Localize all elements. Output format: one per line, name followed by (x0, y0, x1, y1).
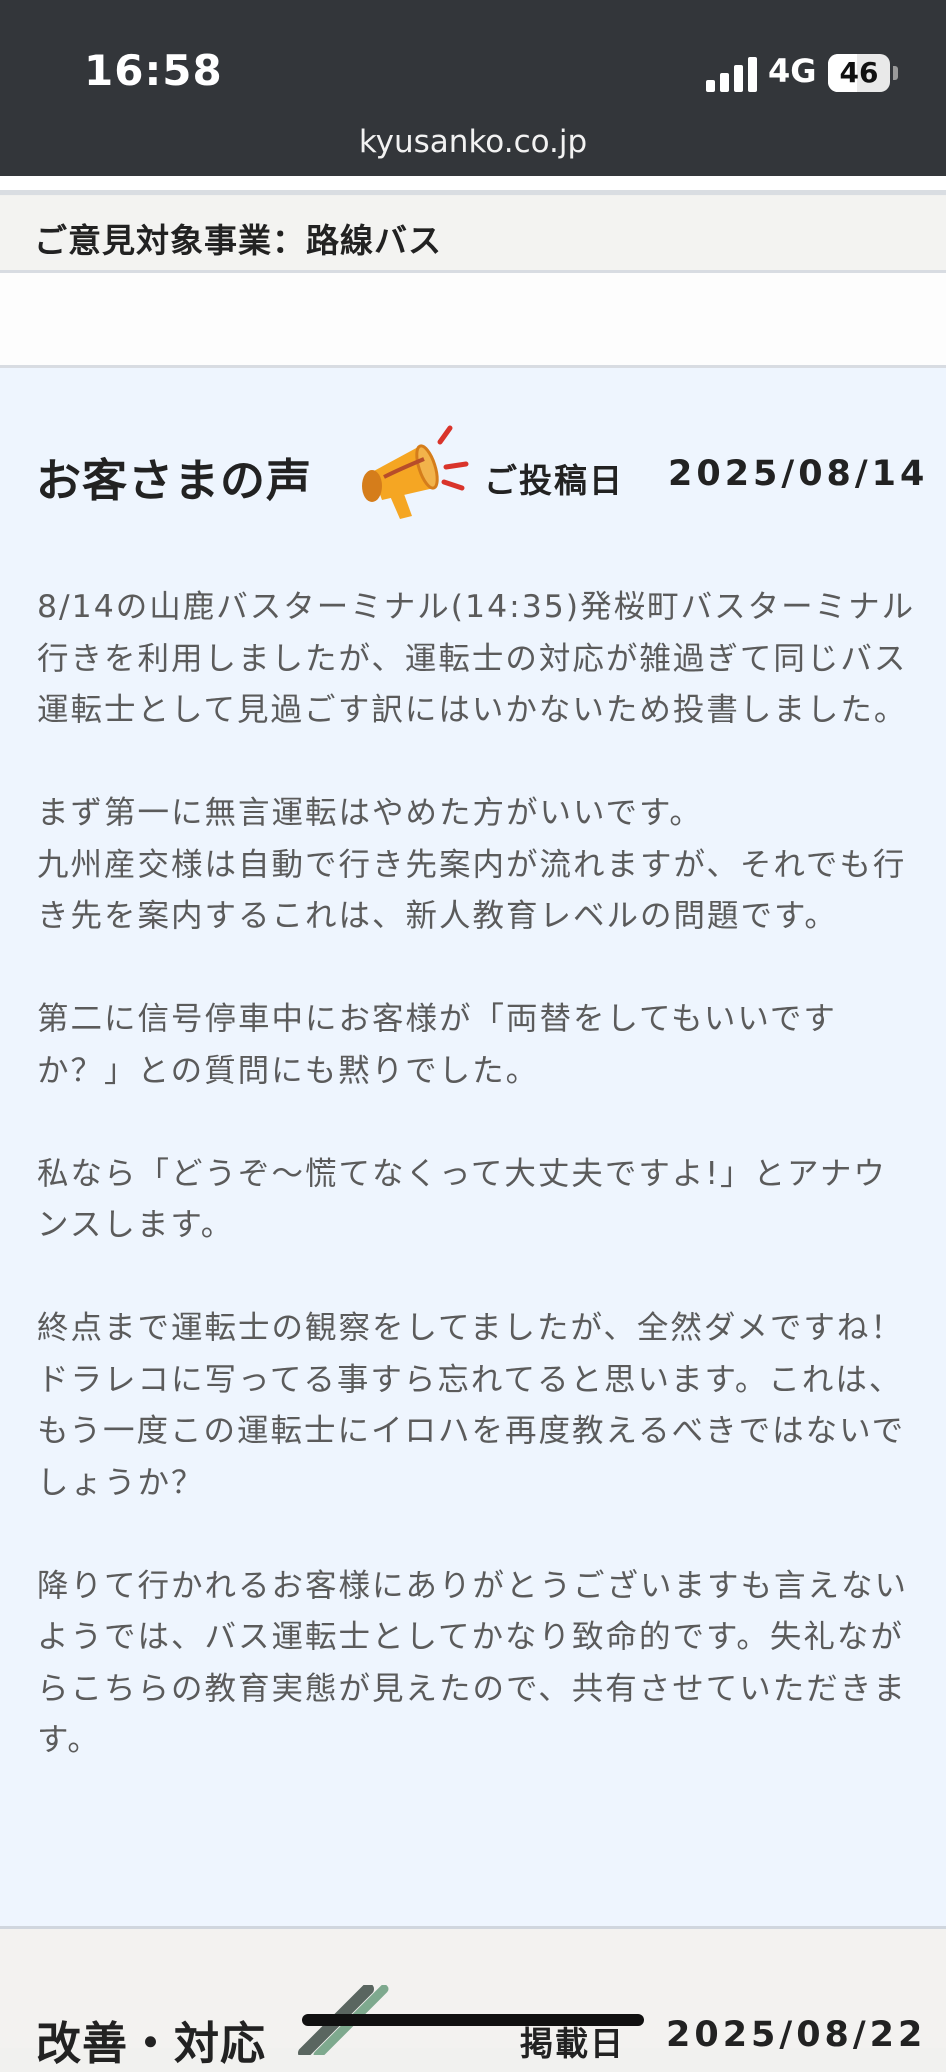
battery-tip (893, 66, 898, 80)
blank-band (0, 273, 946, 368)
customer-voice-heading: お客さまの声 (36, 454, 313, 507)
target-business-label: ご意見対象事業：路線バス (34, 221, 442, 260)
improvement-response-heading: 改善・対応 (36, 2017, 267, 2070)
customer-comment-body: 8/14の山鹿バスターミナル(14:35)発桜町バスターミナル行きを利用しました… (37, 589, 916, 1758)
posted-date: 2025/08/14 (668, 454, 929, 494)
target-business-bar: ご意見対象事業：路線バス (0, 196, 946, 273)
posted-date-label: ご投稿日 (484, 461, 624, 500)
home-indicator[interactable] (302, 2014, 644, 2026)
published-date: 2025/08/22 (666, 2015, 927, 2055)
status-time: 16:58 (84, 46, 223, 95)
top-divider (0, 176, 946, 195)
address-bar-url[interactable]: kyusanko.co.jp (0, 124, 946, 160)
cellular-signal-icon (706, 56, 758, 92)
megaphone-icon (362, 425, 469, 519)
network-type: 4G (768, 52, 817, 90)
battery-percentage: 46 (839, 56, 879, 89)
improvement-response-card: 改善・対応 掲載日 2025/08/22 (0, 1929, 946, 2070)
status-bar: 16:58 4G 46 kyusanko.co.jp (0, 0, 946, 176)
battery-icon: 46 (828, 54, 890, 92)
customer-voice-card: お客さまの声 ご投稿日 2025/08/14 8/14の山鹿バスターミナル(14… (0, 368, 946, 1929)
